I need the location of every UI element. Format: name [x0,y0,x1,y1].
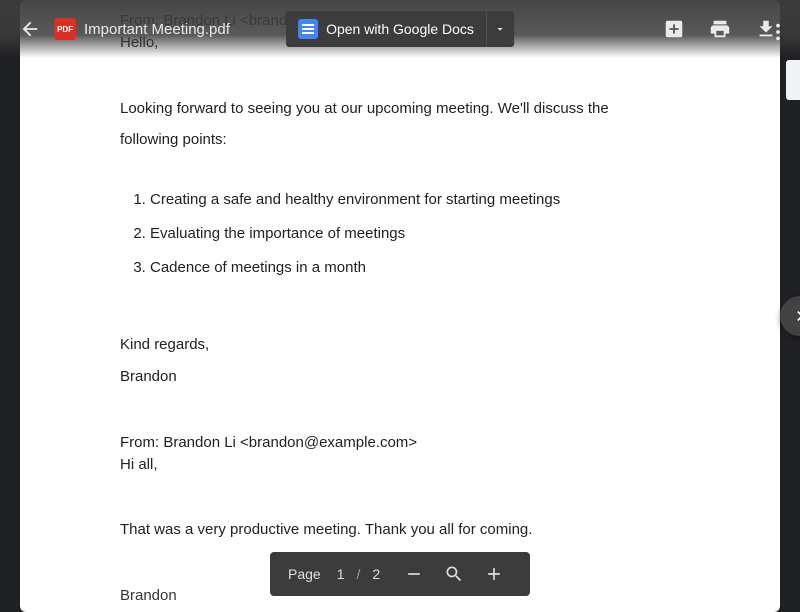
print-button[interactable] [700,9,740,49]
zoom-reset-button[interactable] [434,554,474,594]
page-label: Page [276,566,331,582]
viewer-toolbar: PDF Important Meeting.pdf Open with Goog… [0,0,800,58]
page-controls: Page 1 / 2 [270,552,530,596]
pdf-badge-icon: PDF [54,18,76,40]
doc-point-1: Creating a safe and healthy environment … [150,189,680,211]
open-with-control: Open with Google Docs [286,11,514,47]
pdf-page: From: Brandon Li <brandon@example.com> H… [20,0,780,612]
zoom-out-button[interactable] [394,554,434,594]
google-docs-icon [298,19,318,39]
page-total: 2 [366,566,394,582]
doc-regards: Kind regards, [120,334,680,356]
open-with-label: Open with Google Docs [326,21,474,37]
doc-from-line-2: From: Brandon Li <brandon@example.com> [120,432,680,454]
doc-thanks-line: That was a very productive meeting. Than… [120,519,680,541]
doc-greeting-2: Hi all, [120,454,680,476]
doc-point-3: Cadence of meetings in a month [150,257,680,279]
doc-point-2: Evaluating the importance of meetings [150,223,680,245]
page-current[interactable]: 1 [331,566,351,582]
open-with-google-docs-button[interactable]: Open with Google Docs [286,19,486,39]
page-separator: / [351,566,367,582]
add-to-drive-button[interactable] [654,9,694,49]
document-filename: Important Meeting.pdf [84,21,230,38]
next-page-fab-container [760,276,800,356]
doc-signature-1: Brandon [120,366,680,388]
side-panel-sliver [786,60,800,100]
doc-intro-line-1: Looking forward to seeing you at our upc… [120,98,680,120]
back-button[interactable] [10,9,50,49]
doc-intro-line-2: following points: [120,129,680,151]
doc-points-list: Creating a safe and healthy environment … [120,189,680,278]
zoom-in-button[interactable] [474,554,514,594]
more-options-button[interactable] [758,12,798,52]
open-with-dropdown[interactable] [486,11,514,47]
next-page-button[interactable] [780,296,800,336]
